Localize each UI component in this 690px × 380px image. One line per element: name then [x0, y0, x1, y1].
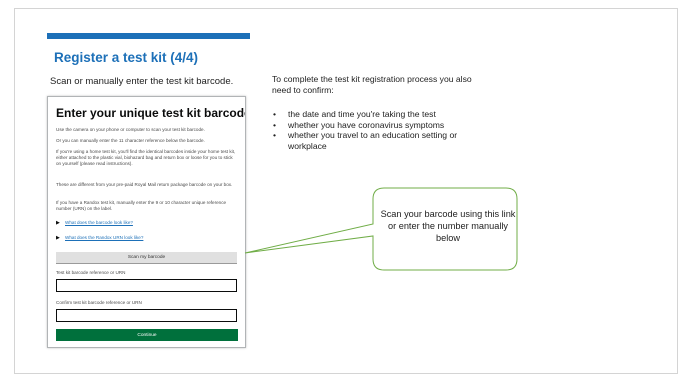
callout-bubble — [244, 187, 518, 271]
callout-text: Scan your barcode using this link or ent… — [380, 209, 516, 243]
